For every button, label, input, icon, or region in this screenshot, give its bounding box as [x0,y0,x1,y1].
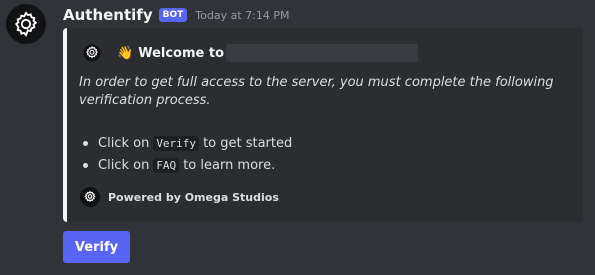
embed: 👋 Welcome to In order to get full access… [63,28,583,222]
redacted-server-name [226,44,419,62]
wave-emoji: 👋 [117,45,134,61]
bullet [83,162,88,168]
gear-icon [83,44,101,62]
bullet [83,140,88,146]
list-item-text: to get started [203,135,293,151]
embed-description: In order to get full access to the serve… [79,75,554,108]
message-header: Authentify BOT Today at 7:14 PM [63,5,289,25]
gear-icon [14,11,38,37]
list-item: Click on FAQ to learn more. [79,154,292,176]
gear-icon [84,190,96,202]
list-item: Click on Verify to get started [79,132,292,154]
list-item-text: Click on [98,135,150,151]
embed-footer: Powered by Omega Studios [80,187,279,207]
bot-badge: BOT [158,8,188,22]
footer-gear-icon [80,187,100,207]
list-item-text: Click on [98,157,150,173]
embed-header: 👋 Welcome to [83,44,419,62]
inline-code: FAQ [153,157,180,173]
verify-button[interactable]: Verify [63,231,130,263]
message-timestamp: Today at 7:14 PM [195,8,290,22]
list-item-text: to learn more. [183,157,276,173]
inline-code: Verify [153,135,200,151]
instruction-list: Click on Verify to get started Click on … [79,132,292,176]
embed-title: Welcome to [138,45,225,61]
footer-text: Powered by Omega Studios [108,190,279,204]
bot-avatar[interactable] [6,4,46,44]
username[interactable]: Authentify [63,6,153,24]
